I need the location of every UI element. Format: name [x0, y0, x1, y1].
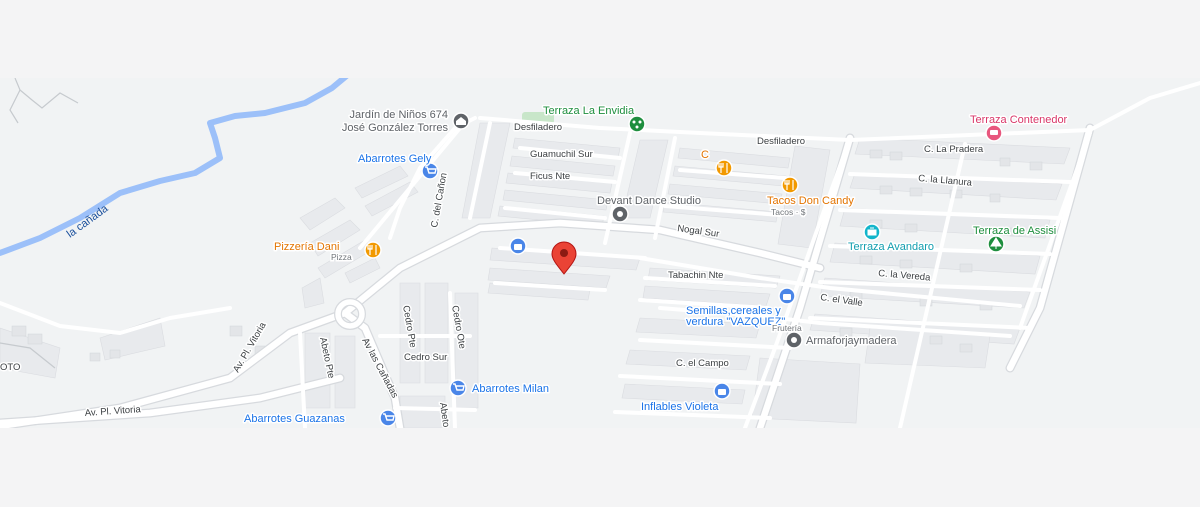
bar-icon: [990, 130, 998, 135]
street-label: Ficus Nte: [530, 171, 570, 182]
pin-center-icon: [560, 249, 568, 257]
terraza-contenedor-marker[interactable]: [985, 124, 1003, 142]
abarrotes-gely-label: Abarrotes Gely: [358, 153, 432, 165]
abarrotes-gely-marker[interactable]: [421, 162, 439, 180]
terraza-assisi-marker[interactable]: [987, 235, 1005, 253]
location-dot-icon: [617, 211, 623, 217]
pizzeria-dani-marker[interactable]: [364, 241, 382, 259]
water-stream: [0, 78, 349, 256]
street-label: C. del Cañon: [429, 172, 449, 229]
semillas-label-2: verdura "VAZQUEZ": [686, 316, 785, 328]
c-food-marker[interactable]: [715, 159, 733, 177]
inflables-violeta-marker[interactable]: [713, 382, 731, 400]
street-label: C. la Vereda: [878, 268, 932, 284]
terraza-assisi-label: Terraza de Assisi: [973, 225, 1056, 237]
map-canvas[interactable]: la cañada Desfiladero Desfiladero Guamuc…: [0, 78, 1200, 428]
street-label: Cedro Sur: [404, 352, 447, 363]
abarrotes-guazanas-label: Abarrotes Guazanas: [244, 413, 345, 425]
terraza-envidia-label: Terraza La Envidia: [543, 105, 635, 117]
jardin-ninos-marker[interactable]: [452, 112, 470, 130]
tacos-don-candy-category: Tacos · $: [771, 207, 806, 217]
tacos-don-candy-marker[interactable]: [781, 176, 799, 194]
pizzeria-dani-label: Pizzería Dani: [274, 241, 339, 253]
shopping-bag-icon: [783, 294, 791, 300]
terraza-envidia-marker[interactable]: [628, 115, 646, 133]
shopping-bag-icon: [718, 389, 726, 395]
street-label: Tabachin Nte: [668, 270, 723, 281]
jardin-ninos-label-2: José González Torres: [342, 122, 449, 134]
semillas-category: Frutería: [772, 323, 802, 333]
pizzeria-dani-category: Pizza: [331, 252, 352, 262]
street-label: Desfiladero: [757, 136, 805, 147]
selected-location-pin[interactable]: [551, 241, 577, 275]
street-label: Desfiladero: [514, 122, 562, 133]
armaforjaymadera-marker[interactable]: [785, 331, 803, 349]
armaforjaymadera-label: Armaforjaymadera: [806, 335, 897, 347]
devant-dance-label: Devant Dance Studio: [597, 195, 701, 207]
jardin-ninos-label: Jardín de Niños 674: [350, 109, 448, 121]
abarrotes-milan-marker[interactable]: [449, 379, 467, 397]
location-dot-icon: [791, 337, 797, 343]
street-label: C. La Pradera: [924, 144, 984, 155]
shop-marker[interactable]: [509, 237, 527, 255]
street-label: Guamuchil Sur: [530, 149, 593, 160]
abarrotes-milan-label: Abarrotes Milan: [472, 383, 549, 395]
c-food-label: C: [701, 149, 709, 161]
devant-dance-marker[interactable]: [611, 205, 629, 223]
street-label: Av las Cañadas: [359, 336, 400, 400]
abarrotes-guazanas-marker[interactable]: [379, 409, 397, 427]
terraza-contenedor-label: Terraza Contenedor: [970, 114, 1068, 126]
inflables-violeta-label: Inflables Violeta: [641, 401, 719, 413]
shopping-bag-icon: [514, 244, 522, 250]
street-label: C. el Campo: [676, 358, 729, 369]
terraza-avandaro-marker[interactable]: [863, 223, 881, 241]
terraza-avandaro-label: Terraza Avandaro: [848, 241, 934, 253]
street-label: OTO: [0, 362, 20, 373]
semillas-marker[interactable]: [778, 287, 796, 305]
tacos-don-candy-label: Tacos Don Candy: [767, 195, 854, 207]
